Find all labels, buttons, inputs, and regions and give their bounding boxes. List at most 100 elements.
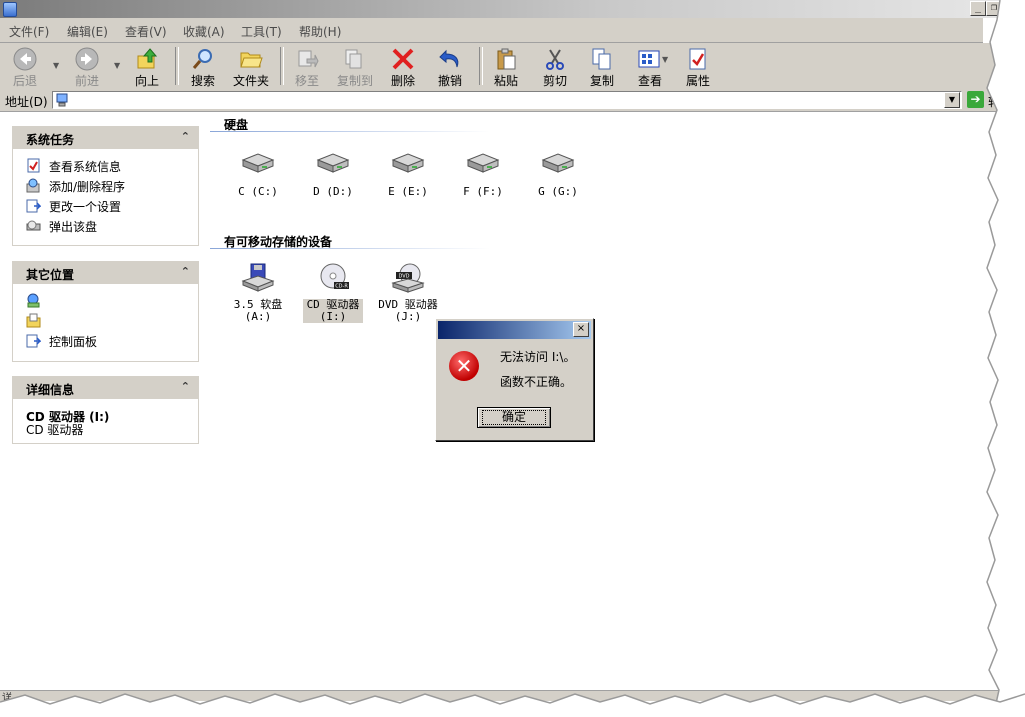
drive-label-line2: (I:) bbox=[303, 311, 363, 323]
toolbar: 后退 ▼ 前进 ▼ 向上 搜索 文件夹 移至 复制到 删除 撤销 粘贴 剪切 复… bbox=[0, 43, 1000, 90]
drive-label-line2: (J:) bbox=[394, 310, 422, 323]
back-button[interactable]: 后退 bbox=[2, 45, 48, 88]
system-tasks-header[interactable]: 系统任务 ⌃ bbox=[13, 127, 198, 149]
place-network[interactable] bbox=[13, 290, 198, 310]
views-button[interactable]: 查看 bbox=[630, 45, 670, 88]
cut-scissors-icon bbox=[546, 49, 564, 70]
copy-icon bbox=[592, 48, 611, 70]
copy-label: 复制 bbox=[589, 74, 614, 88]
toolbar-separator bbox=[175, 47, 179, 85]
folders-label: 文件夹 bbox=[232, 74, 269, 88]
dialog-message-line1: 无法访问 I:\。 bbox=[500, 350, 576, 364]
system-tasks-title: 系统任务 bbox=[26, 133, 75, 147]
collapse-chevron-icon[interactable]: ⌃ bbox=[181, 130, 190, 143]
copy-button[interactable]: 复制 bbox=[582, 45, 622, 88]
copy-to-button[interactable]: 复制到 bbox=[332, 45, 378, 88]
views-grid-icon bbox=[638, 50, 660, 68]
move-to-label: 移至 bbox=[294, 74, 319, 88]
dialog-title-bar[interactable]: × bbox=[438, 321, 591, 339]
title-bar: _ ❐ bbox=[0, 0, 1002, 18]
delete-label: 删除 bbox=[390, 74, 415, 88]
add-remove-programs-icon bbox=[26, 178, 40, 193]
system-info-icon bbox=[27, 158, 40, 173]
task-label: 弹出该盘 bbox=[49, 220, 98, 234]
other-places-title: 其它位置 bbox=[26, 268, 75, 282]
drive-label: C (C:) bbox=[238, 185, 278, 198]
drive-a-floppy[interactable]: 3.5 软盘 (A:) bbox=[228, 263, 288, 323]
collapse-chevron-icon[interactable]: ⌃ bbox=[181, 265, 190, 278]
window-app-icon[interactable] bbox=[3, 2, 17, 17]
drive-g[interactable]: G (G:) bbox=[528, 150, 588, 198]
task-change-setting[interactable]: 更改一个设置 bbox=[13, 195, 198, 215]
address-dropdown-icon[interactable]: ▼ bbox=[944, 92, 960, 108]
drive-d[interactable]: D (D:) bbox=[303, 150, 363, 198]
control-panel-setting-icon bbox=[26, 199, 41, 213]
forward-button[interactable]: 前进 bbox=[62, 45, 112, 88]
views-dropdown-icon[interactable]: ▼ bbox=[662, 55, 668, 64]
drive-j-dvd[interactable]: DVD DVD 驱动器 (J:) bbox=[378, 263, 438, 323]
up-button[interactable]: 向上 bbox=[126, 45, 168, 88]
hard-disk-icon bbox=[241, 153, 275, 173]
menu-help[interactable]: 帮助(H) bbox=[299, 23, 341, 40]
address-input[interactable] bbox=[52, 91, 962, 109]
cut-button[interactable]: 剪切 bbox=[535, 45, 575, 88]
menu-file[interactable]: 文件(F) bbox=[9, 23, 49, 40]
back-label: 后退 bbox=[12, 74, 37, 88]
menu-view[interactable]: 查看(V) bbox=[125, 23, 167, 40]
back-dropdown-icon[interactable]: ▼ bbox=[53, 61, 59, 70]
search-label: 搜索 bbox=[190, 74, 215, 88]
other-places-header[interactable]: 其它位置 ⌃ bbox=[13, 262, 198, 284]
drive-f[interactable]: F (F:) bbox=[453, 150, 513, 198]
forward-label: 前进 bbox=[74, 74, 99, 88]
folders-button[interactable]: 文件夹 bbox=[228, 45, 274, 88]
drive-label: D (D:) bbox=[313, 185, 353, 198]
copy-to-icon bbox=[345, 49, 362, 69]
move-to-button[interactable]: 移至 bbox=[287, 45, 327, 88]
dialog-ok-button[interactable]: 确定 bbox=[477, 407, 551, 428]
drive-i-cd[interactable]: CD-R CD 驱动器 (I:) bbox=[303, 263, 363, 323]
drive-label: G (G:) bbox=[538, 185, 578, 198]
paste-button[interactable]: 粘贴 bbox=[486, 45, 526, 88]
menu-tools[interactable]: 工具(T) bbox=[241, 23, 282, 40]
address-label: 地址(D) bbox=[5, 95, 48, 109]
undo-button[interactable]: 撤销 bbox=[430, 45, 470, 88]
undo-arrow-icon bbox=[439, 49, 459, 68]
details-pane: 详细信息 ⌃ CD 驱动器 (I:) CD 驱动器 bbox=[12, 376, 199, 444]
drive-e[interactable]: E (E:) bbox=[378, 150, 438, 198]
details-header[interactable]: 详细信息 ⌃ bbox=[13, 377, 198, 399]
dialog-message-line2: 函数不正确。 bbox=[500, 375, 573, 389]
task-view-system-info[interactable]: 查看系统信息 bbox=[13, 155, 198, 175]
place-documents[interactable] bbox=[13, 310, 198, 330]
task-label: 添加/删除程序 bbox=[49, 180, 126, 194]
search-button[interactable]: 搜索 bbox=[182, 45, 224, 88]
place-control-panel[interactable]: 控制面板 bbox=[13, 330, 198, 350]
cut-label: 剪切 bbox=[542, 74, 567, 88]
go-arrow-icon[interactable]: ➔ bbox=[967, 91, 984, 108]
details-title: 详细信息 bbox=[26, 383, 75, 397]
address-bar: 地址(D) ▼ ➔ 转 bbox=[0, 89, 1000, 112]
torn-edge-bottom bbox=[0, 693, 1025, 717]
menu-edit[interactable]: 编辑(E) bbox=[67, 23, 108, 40]
task-add-remove-programs[interactable]: 添加/删除程序 bbox=[13, 175, 198, 195]
menu-bar: 文件(F) 编辑(E) 查看(V) 收藏(A) 工具(T) 帮助(H) bbox=[0, 18, 983, 43]
drive-label: E (E:) bbox=[388, 185, 428, 198]
hard-disk-icon bbox=[391, 153, 425, 173]
collapse-chevron-icon[interactable]: ⌃ bbox=[181, 380, 190, 393]
forward-arrow-icon bbox=[75, 47, 99, 71]
copy-to-label: 复制到 bbox=[336, 74, 373, 88]
search-icon bbox=[192, 49, 212, 69]
back-arrow-icon bbox=[13, 47, 37, 71]
menu-favorites[interactable]: 收藏(A) bbox=[183, 23, 225, 40]
toolbar-separator bbox=[280, 47, 284, 85]
up-label: 向上 bbox=[134, 74, 159, 88]
drive-c[interactable]: C (C:) bbox=[228, 150, 288, 198]
forward-dropdown-icon[interactable]: ▼ bbox=[114, 61, 120, 70]
hard-disk-icon bbox=[466, 153, 500, 173]
delete-button[interactable]: 删除 bbox=[383, 45, 423, 88]
properties-button[interactable]: 属性 bbox=[678, 45, 718, 88]
up-folder-icon bbox=[137, 48, 158, 69]
dialog-close-button[interactable]: × bbox=[573, 322, 589, 337]
task-eject-disc[interactable]: 弹出该盘 bbox=[13, 215, 198, 235]
undo-label: 撤销 bbox=[437, 74, 462, 88]
minimize-button[interactable]: _ bbox=[970, 1, 986, 16]
